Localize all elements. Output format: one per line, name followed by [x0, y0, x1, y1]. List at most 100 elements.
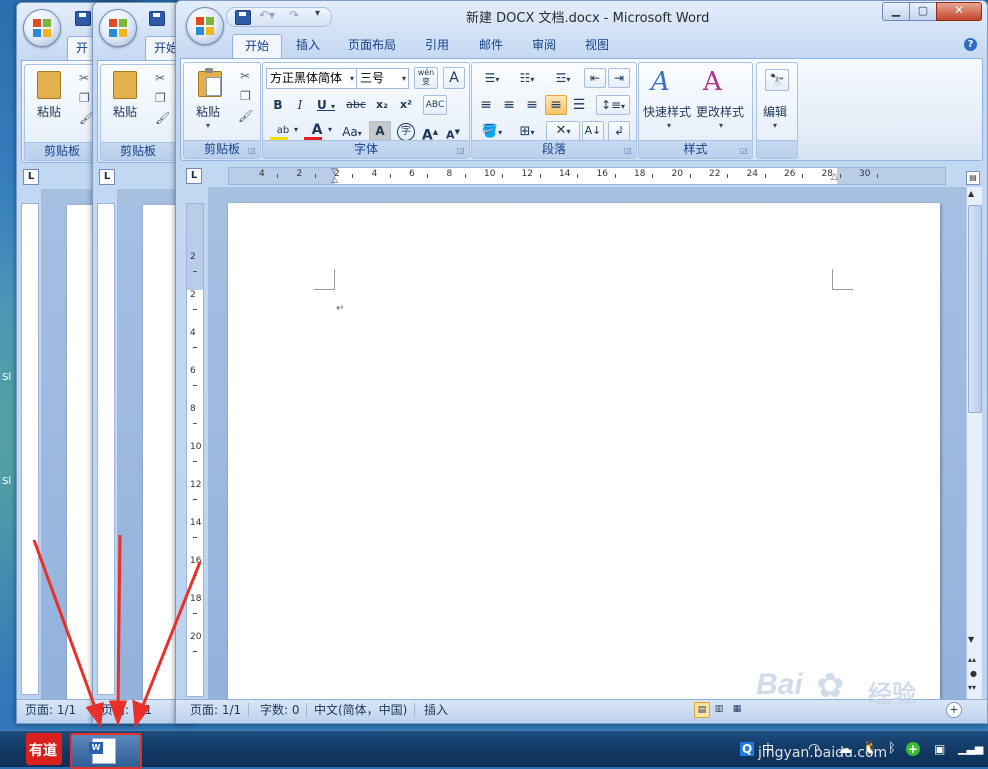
line-spacing-button[interactable]: ↕≡▾: [596, 95, 630, 115]
print-layout-view-icon[interactable]: ▤: [694, 702, 710, 718]
editing-label[interactable]: 编辑: [763, 103, 787, 120]
word-taskbar-button[interactable]: W: [70, 733, 142, 769]
next-page-icon[interactable]: ▾▾: [968, 683, 976, 692]
phonetic-guide-button[interactable]: wén 变: [414, 67, 438, 89]
undo-icon[interactable]: ↶▾: [259, 8, 275, 22]
change-styles-label[interactable]: 更改样式: [696, 103, 744, 120]
monitor-icon[interactable]: ▣: [934, 731, 945, 767]
status-page[interactable]: 页面: 1/1: [101, 700, 152, 720]
paste-label[interactable]: 粘贴: [37, 103, 61, 120]
office-button[interactable]: [99, 9, 137, 47]
vertical-scrollbar[interactable]: ▲ ▼ ▴▴ ● ▾▾: [966, 187, 982, 699]
tab-mailings[interactable]: 邮件: [467, 34, 515, 58]
increase-indent-button[interactable]: ⇥: [608, 68, 630, 88]
paste-dropdown-icon[interactable]: ▾: [206, 121, 210, 130]
font-name-select[interactable]: 方正黑体简体 ▾: [266, 68, 357, 89]
strikethrough-button[interactable]: abc: [343, 95, 369, 115]
bluetooth-icon[interactable]: ᛒ: [888, 731, 896, 767]
find-icon[interactable]: 🔭: [765, 69, 789, 91]
scroll-up-icon[interactable]: ▲: [968, 189, 974, 198]
word-window-main[interactable]: ↶▾ ↷ ▾ 新建 DOCX 文档.docx - Microsoft Word …: [175, 0, 988, 724]
cut-icon[interactable]: ✂: [155, 71, 165, 85]
tab-insert[interactable]: 插入: [284, 34, 332, 58]
tab-references[interactable]: 引用: [413, 34, 461, 58]
dialog-launcher-icon[interactable]: ◲: [248, 146, 257, 155]
align-center-button[interactable]: ≡: [498, 95, 520, 115]
group-editing[interactable]: 🔭 编辑 ▾: [756, 62, 798, 159]
underline-button[interactable]: U ▾: [312, 95, 340, 115]
font-size-select[interactable]: 三号 ▾: [356, 68, 409, 89]
close-button[interactable]: ✕: [936, 2, 982, 21]
numbering-button[interactable]: ☷▾: [510, 68, 544, 88]
status-word-count[interactable]: 字数: 0: [260, 700, 300, 720]
distributed-button[interactable]: ☰: [568, 95, 590, 115]
copy-icon[interactable]: ❐: [155, 91, 166, 105]
help-icon[interactable]: ?: [964, 38, 977, 51]
bold-button[interactable]: B: [268, 95, 288, 115]
web-layout-icon[interactable]: ▦: [730, 702, 744, 716]
align-left-button[interactable]: ≡: [475, 95, 497, 115]
character-shading-button[interactable]: A: [369, 121, 391, 141]
dialog-launcher-icon[interactable]: ◲: [457, 146, 466, 155]
tab-page-layout[interactable]: 页面布局: [336, 34, 408, 58]
scroll-down-icon[interactable]: ▼: [968, 635, 974, 644]
full-screen-reading-icon[interactable]: ▥: [712, 702, 726, 716]
save-icon[interactable]: [235, 10, 251, 25]
multilevel-list-button[interactable]: ☲▾: [546, 68, 580, 88]
justify-button[interactable]: ≡: [545, 95, 567, 115]
paste-icon[interactable]: [37, 71, 61, 99]
save-icon[interactable]: [149, 11, 165, 26]
bullets-button[interactable]: ☰▾: [475, 68, 509, 88]
scroll-thumb[interactable]: [968, 205, 982, 413]
status-page[interactable]: 页面: 1/1: [190, 700, 241, 720]
change-styles-icon[interactable]: A: [703, 67, 722, 97]
desktop-icon-label[interactable]: Sl: [2, 372, 11, 383]
zoom-in-icon[interactable]: +: [946, 702, 962, 718]
italic-button[interactable]: I: [290, 95, 310, 115]
office-button[interactable]: [23, 9, 61, 47]
clear-formatting-button[interactable]: ABC: [423, 95, 447, 115]
sort-button[interactable]: A↓: [582, 121, 604, 141]
dialog-launcher-icon[interactable]: ◲: [740, 146, 749, 155]
align-right-button[interactable]: ≡: [521, 95, 543, 115]
customize-qat-icon[interactable]: ▾: [315, 8, 320, 19]
paste-icon[interactable]: [198, 68, 222, 97]
tab-view[interactable]: 视图: [573, 34, 621, 58]
subscript-button[interactable]: x₂: [371, 95, 393, 115]
quick-styles-label[interactable]: 快速样式: [643, 103, 691, 120]
page[interactable]: ↵: [228, 203, 940, 713]
youdao-app-button[interactable]: 有道: [26, 733, 62, 765]
qq-input-icon[interactable]: Q: [740, 731, 755, 767]
view-ruler-icon[interactable]: ▤: [966, 171, 980, 185]
show-marks-button[interactable]: ↲: [608, 121, 630, 141]
character-border-button[interactable]: A: [443, 67, 465, 89]
paste-icon[interactable]: [113, 71, 137, 99]
tab-selector[interactable]: L: [23, 169, 39, 185]
cut-icon[interactable]: ✂: [79, 71, 89, 85]
tab-review[interactable]: 审阅: [520, 34, 568, 58]
minimize-button[interactable]: ▁: [882, 2, 910, 21]
signal-icon[interactable]: ▁▃▅: [958, 731, 983, 767]
cut-icon[interactable]: ✂: [240, 69, 250, 83]
copy-icon[interactable]: ❐: [240, 89, 251, 103]
office-button[interactable]: [186, 7, 224, 45]
save-icon[interactable]: [75, 11, 91, 26]
tab-selector[interactable]: L: [186, 168, 202, 184]
redo-icon[interactable]: ↷: [289, 8, 299, 22]
paste-label[interactable]: 粘贴: [113, 103, 137, 120]
decrease-indent-button[interactable]: ⇤: [584, 68, 606, 88]
paste-label[interactable]: 粘贴: [196, 103, 220, 120]
maximize-button[interactable]: ▢: [909, 2, 937, 21]
hanging-indent-marker[interactable]: △: [331, 175, 338, 185]
right-indent-marker[interactable]: △: [831, 172, 838, 182]
chinese-layout-button[interactable]: ✕▾: [546, 121, 580, 141]
select-browse-object-icon[interactable]: ●: [970, 669, 977, 678]
status-page[interactable]: 页面: 1/1: [25, 700, 76, 720]
previous-page-icon[interactable]: ▴▴: [968, 655, 976, 664]
tab-selector[interactable]: L: [99, 169, 115, 185]
status-insert-mode[interactable]: 插入: [424, 700, 448, 720]
superscript-button[interactable]: x²: [395, 95, 417, 115]
status-language[interactable]: 中文(简体，中国): [314, 700, 407, 720]
format-painter-icon[interactable]: 🖌: [238, 109, 253, 123]
copy-icon[interactable]: ❐: [79, 91, 90, 105]
